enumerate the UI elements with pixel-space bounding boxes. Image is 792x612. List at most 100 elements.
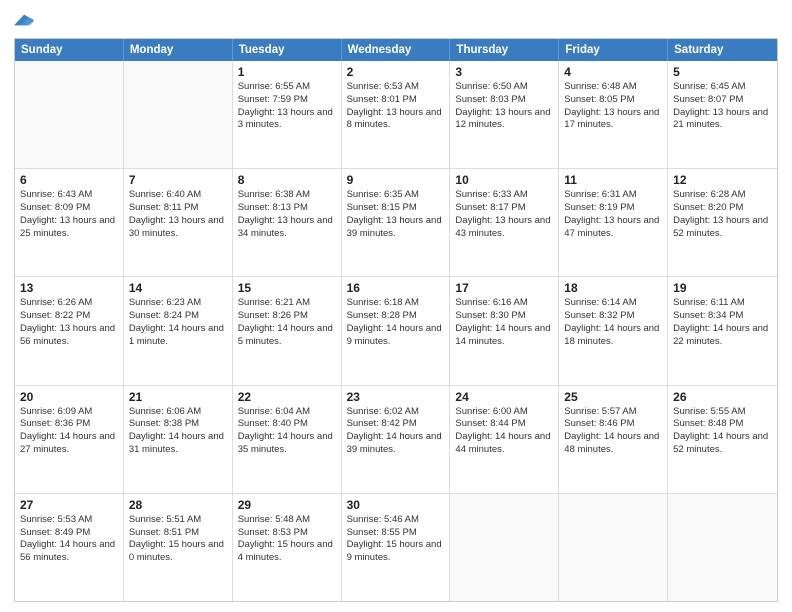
calendar-header-cell: Sunday — [15, 39, 124, 61]
day-number: 3 — [455, 65, 553, 79]
calendar-cell: 28 Sunrise: 5:51 AM Sunset: 8:51 PM Dayli… — [124, 494, 233, 601]
calendar-cell: 27Sunrise: 5:53 AM Sunset: 8:49 PM Dayli… — [15, 494, 124, 601]
calendar-row: 6 Sunrise: 6:43 AM Sunset: 8:09 PM Daylig… — [15, 168, 777, 276]
day-info: Sunrise: 6:18 AM Sunset: 8:28 PM Dayligh… — [347, 297, 445, 348]
day-info: Sunrise: 5:57 AM Sunset: 8:46 PM Dayligh… — [564, 406, 662, 457]
day-number: 28 — [129, 498, 227, 512]
calendar-cell: 12 Sunrise: 6:28 AM Sunset: 8:20 PM Dayli… — [668, 169, 777, 276]
calendar-cell: 11 Sunrise: 6:31 AM Sunset: 8:19 PM Dayli… — [559, 169, 668, 276]
day-info: Sunrise: 6:23 AM Sunset: 8:24 PM Dayligh… — [129, 297, 227, 348]
calendar-cell: 10 Sunrise: 6:33 AM Sunset: 8:17 PM Dayli… — [450, 169, 559, 276]
day-info: Sunrise: 6:33 AM Sunset: 8:17 PM Dayligh… — [455, 189, 553, 240]
calendar-row: 13 Sunrise: 6:26 AM Sunset: 8:22 PM Dayli… — [15, 276, 777, 384]
calendar-cell: 7 Sunrise: 6:40 AM Sunset: 8:11 PM Daylig… — [124, 169, 233, 276]
day-info: Sunrise: 6:04 AM Sunset: 8:40 PM Dayligh… — [238, 406, 336, 457]
day-number: 1 — [238, 65, 336, 79]
day-number: 8 — [238, 173, 336, 187]
calendar-cell — [668, 494, 777, 601]
day-info: Sunrise: 6:02 AM Sunset: 8:42 PM Dayligh… — [347, 406, 445, 457]
day-info: Sunrise: 5:46 AM Sunset: 8:55 PM Dayligh… — [347, 514, 445, 565]
day-info: Sunrise: 6:28 AM Sunset: 8:20 PM Dayligh… — [673, 189, 772, 240]
calendar: SundayMondayTuesdayWednesdayThursdayFrid… — [14, 38, 778, 602]
calendar-header: SundayMondayTuesdayWednesdayThursdayFrid… — [15, 39, 777, 61]
calendar-cell: 8 Sunrise: 6:38 AM Sunset: 8:13 PM Daylig… — [233, 169, 342, 276]
calendar-cell — [559, 494, 668, 601]
day-number: 14 — [129, 281, 227, 295]
calendar-cell: 22 Sunrise: 6:04 AM Sunset: 8:40 PM Dayli… — [233, 386, 342, 493]
calendar-cell: 26Sunrise: 5:55 AM Sunset: 8:48 PM Dayli… — [668, 386, 777, 493]
calendar-cell: 30 Sunrise: 5:46 AM Sunset: 8:55 PM Dayli… — [342, 494, 451, 601]
day-number: 16 — [347, 281, 445, 295]
day-info: Sunrise: 6:53 AM Sunset: 8:01 PM Dayligh… — [347, 81, 445, 132]
day-number: 22 — [238, 390, 336, 404]
day-number: 29 — [238, 498, 336, 512]
day-number: 25 — [564, 390, 662, 404]
day-info: Sunrise: 5:48 AM Sunset: 8:53 PM Dayligh… — [238, 514, 336, 565]
day-number: 20 — [20, 390, 118, 404]
day-number: 11 — [564, 173, 662, 187]
day-info: Sunrise: 6:48 AM Sunset: 8:05 PM Dayligh… — [564, 81, 662, 132]
calendar-header-cell: Saturday — [668, 39, 777, 61]
calendar-header-cell: Friday — [559, 39, 668, 61]
day-number: 9 — [347, 173, 445, 187]
day-number: 19 — [673, 281, 772, 295]
day-info: Sunrise: 6:38 AM Sunset: 8:13 PM Dayligh… — [238, 189, 336, 240]
calendar-cell: 15 Sunrise: 6:21 AM Sunset: 8:26 PM Dayli… — [233, 277, 342, 384]
day-number: 23 — [347, 390, 445, 404]
calendar-body: 1 Sunrise: 6:55 AM Sunset: 7:59 PM Daylig… — [15, 61, 777, 601]
day-info: Sunrise: 6:16 AM Sunset: 8:30 PM Dayligh… — [455, 297, 553, 348]
day-number: 5 — [673, 65, 772, 79]
calendar-cell: 13 Sunrise: 6:26 AM Sunset: 8:22 PM Dayli… — [15, 277, 124, 384]
day-number: 18 — [564, 281, 662, 295]
calendar-row: 27Sunrise: 5:53 AM Sunset: 8:49 PM Dayli… — [15, 493, 777, 601]
day-info: Sunrise: 6:50 AM Sunset: 8:03 PM Dayligh… — [455, 81, 553, 132]
day-info: Sunrise: 6:45 AM Sunset: 8:07 PM Dayligh… — [673, 81, 772, 132]
day-info: Sunrise: 6:06 AM Sunset: 8:38 PM Dayligh… — [129, 406, 227, 457]
calendar-cell — [124, 61, 233, 168]
day-info: Sunrise: 6:31 AM Sunset: 8:19 PM Dayligh… — [564, 189, 662, 240]
calendar-cell: 20 Sunrise: 6:09 AM Sunset: 8:36 PM Dayli… — [15, 386, 124, 493]
day-info: Sunrise: 5:51 AM Sunset: 8:51 PM Dayligh… — [129, 514, 227, 565]
day-info: Sunrise: 6:11 AM Sunset: 8:34 PM Dayligh… — [673, 297, 772, 348]
calendar-cell: 1 Sunrise: 6:55 AM Sunset: 7:59 PM Daylig… — [233, 61, 342, 168]
page-header — [14, 10, 778, 30]
calendar-row: 1 Sunrise: 6:55 AM Sunset: 7:59 PM Daylig… — [15, 61, 777, 168]
calendar-cell: 24 Sunrise: 6:00 AM Sunset: 8:44 PM Dayli… — [450, 386, 559, 493]
calendar-cell: 2Sunrise: 6:53 AM Sunset: 8:01 PM Daylig… — [342, 61, 451, 168]
calendar-header-cell: Tuesday — [233, 39, 342, 61]
calendar-cell: 25 Sunrise: 5:57 AM Sunset: 8:46 PM Dayli… — [559, 386, 668, 493]
day-info: Sunrise: 6:55 AM Sunset: 7:59 PM Dayligh… — [238, 81, 336, 132]
day-number: 6 — [20, 173, 118, 187]
day-number: 10 — [455, 173, 553, 187]
calendar-cell: 16 Sunrise: 6:18 AM Sunset: 8:28 PM Dayli… — [342, 277, 451, 384]
day-info: Sunrise: 6:40 AM Sunset: 8:11 PM Dayligh… — [129, 189, 227, 240]
calendar-row: 20 Sunrise: 6:09 AM Sunset: 8:36 PM Dayli… — [15, 385, 777, 493]
calendar-cell — [15, 61, 124, 168]
day-info: Sunrise: 6:43 AM Sunset: 8:09 PM Dayligh… — [20, 189, 118, 240]
calendar-cell: 4 Sunrise: 6:48 AM Sunset: 8:05 PM Daylig… — [559, 61, 668, 168]
day-number: 4 — [564, 65, 662, 79]
calendar-cell: 3 Sunrise: 6:50 AM Sunset: 8:03 PM Daylig… — [450, 61, 559, 168]
day-number: 12 — [673, 173, 772, 187]
logo — [14, 10, 38, 30]
day-info: Sunrise: 5:55 AM Sunset: 8:48 PM Dayligh… — [673, 406, 772, 457]
day-info: Sunrise: 5:53 AM Sunset: 8:49 PM Dayligh… — [20, 514, 118, 565]
calendar-cell: 14 Sunrise: 6:23 AM Sunset: 8:24 PM Dayli… — [124, 277, 233, 384]
day-info: Sunrise: 6:00 AM Sunset: 8:44 PM Dayligh… — [455, 406, 553, 457]
day-number: 7 — [129, 173, 227, 187]
day-number: 15 — [238, 281, 336, 295]
calendar-cell: 17 Sunrise: 6:16 AM Sunset: 8:30 PM Dayli… — [450, 277, 559, 384]
calendar-cell: 5 Sunrise: 6:45 AM Sunset: 8:07 PM Daylig… — [668, 61, 777, 168]
day-info: Sunrise: 6:21 AM Sunset: 8:26 PM Dayligh… — [238, 297, 336, 348]
day-number: 21 — [129, 390, 227, 404]
calendar-cell: 18Sunrise: 6:14 AM Sunset: 8:32 PM Dayli… — [559, 277, 668, 384]
calendar-cell — [450, 494, 559, 601]
logo-icon — [14, 10, 34, 30]
day-info: Sunrise: 6:09 AM Sunset: 8:36 PM Dayligh… — [20, 406, 118, 457]
day-number: 30 — [347, 498, 445, 512]
day-number: 13 — [20, 281, 118, 295]
day-number: 17 — [455, 281, 553, 295]
day-info: Sunrise: 6:26 AM Sunset: 8:22 PM Dayligh… — [20, 297, 118, 348]
day-number: 24 — [455, 390, 553, 404]
day-info: Sunrise: 6:35 AM Sunset: 8:15 PM Dayligh… — [347, 189, 445, 240]
